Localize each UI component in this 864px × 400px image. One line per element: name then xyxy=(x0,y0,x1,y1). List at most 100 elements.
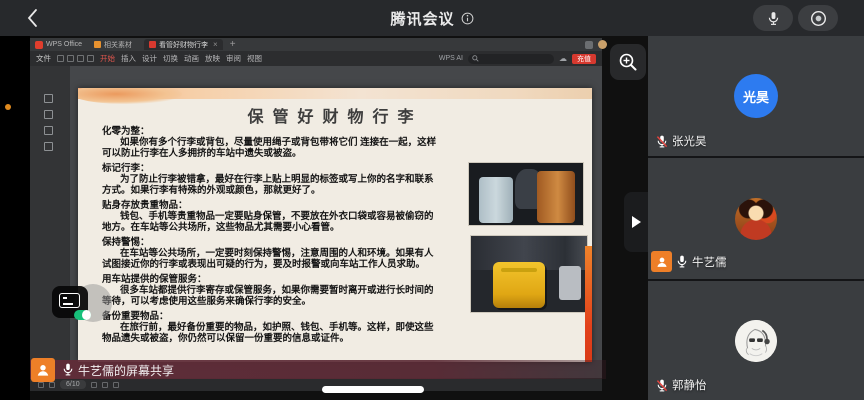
section-heading: 化零为整： xyxy=(102,126,440,137)
note-icon[interactable] xyxy=(91,382,97,388)
wps-user-avatar[interactable] xyxy=(598,40,607,49)
mic-on-icon xyxy=(676,255,688,268)
caption-icon xyxy=(59,293,80,308)
meeting-screen: 腾讯会议 WPS Office 相关素材 看管好财物行李 × + xyxy=(0,0,864,400)
menu-tab-insert[interactable]: 插入 xyxy=(121,53,136,64)
wps-doc-tab-materials[interactable]: 相关素材 xyxy=(89,39,137,50)
photo-suitcase-blue xyxy=(479,177,513,223)
participant-tile-zhangguanghao[interactable]: 光昊 张光昊 xyxy=(648,36,864,158)
redo-icon[interactable] xyxy=(87,55,94,62)
wps-window-icon[interactable] xyxy=(585,41,593,49)
photo-suitcase-orange xyxy=(537,171,575,223)
tab-label: 看管好财物行李 xyxy=(159,40,208,50)
wps-brand: WPS Office xyxy=(35,41,82,49)
print-icon[interactable] xyxy=(67,55,74,62)
zoom-icon[interactable] xyxy=(113,382,119,388)
menu-tab-view[interactable]: 视图 xyxy=(247,53,262,64)
slide-canvas: 保管好财物行李 化零为整： 如果你有多个行李或背包，尽量使用绳子或背包带将它们 … xyxy=(78,88,592,362)
presenter-badge xyxy=(31,358,55,382)
slide-section: 备份重要物品： 在旅行前，最好备份重要的物品，如护照、钱包、手机等。这样，即使这… xyxy=(102,311,440,344)
participant-name-row: 郭静怡 xyxy=(656,377,707,393)
slide-title: 保管好财物行李 xyxy=(78,103,592,127)
slides-panel-icon[interactable] xyxy=(44,110,53,119)
photo-yellow-suitcase xyxy=(493,262,545,308)
doc-icon xyxy=(149,41,156,48)
search-panel-icon[interactable] xyxy=(44,142,53,151)
top-controls xyxy=(753,5,838,31)
section-body: 很多车站都提供行李寄存或保管服务，如果你需要暂时离开或进行长时间的等待，可以考虑… xyxy=(102,285,440,307)
slide-right-decoration xyxy=(585,246,592,362)
record-icon xyxy=(810,10,827,27)
menu-right-cluster: WPS AI ☁ 充值 xyxy=(439,54,596,64)
menu-tab-animation[interactable]: 动画 xyxy=(184,53,199,64)
menu-tab-review[interactable]: 审阅 xyxy=(226,53,241,64)
menu-tab-slideshow[interactable]: 放映 xyxy=(205,53,220,64)
participant-name-row: 张光昊 xyxy=(656,133,707,149)
zoom-in-button[interactable] xyxy=(610,44,646,80)
comment-panel-icon[interactable] xyxy=(44,126,53,135)
section-heading: 用车站提供的保管服务： xyxy=(102,274,440,285)
section-heading: 标记行李： xyxy=(102,163,440,174)
mic-muted-icon xyxy=(656,135,668,148)
wps-ai-label[interactable]: WPS AI xyxy=(439,55,463,62)
home-indicator[interactable] xyxy=(322,386,424,393)
mic-muted-icon xyxy=(656,379,668,392)
caption-toggle[interactable] xyxy=(74,310,91,320)
share-banner: 牛艺儒的屏幕共享 xyxy=(30,360,606,379)
chevron-right-icon xyxy=(632,216,641,228)
slide-section: 贴身存放贵重物品： 钱包、手机等贵重物品一定要贴身保管，不要放在外衣口袋或容易被… xyxy=(102,200,440,233)
participant-tile-guojingyi[interactable]: 郭静怡 xyxy=(648,281,864,400)
avatar xyxy=(735,198,777,240)
slide-body-text: 化零为整： 如果你有多个行李或背包，尽量使用绳子或背包带将它们 连接在一起，这样… xyxy=(102,126,440,348)
section-body: 钱包、手机等贵重物品一定要贴身保管，不要放在外衣口袋或容易被偷窃的地方。在车站等… xyxy=(102,211,440,233)
wps-left-rail xyxy=(30,66,70,378)
search-icon xyxy=(472,55,479,62)
section-body: 在旅行前，最好备份重要的物品，如护照、钱包、手机等。这样，即使这些物品遗失或被盗… xyxy=(102,322,440,344)
menu-tab-design[interactable]: 设计 xyxy=(142,53,157,64)
participant-tile-niuyiru[interactable]: 牛艺儒 xyxy=(648,158,864,281)
luggage-photo xyxy=(468,162,584,226)
share-banner-text: 牛艺儒的屏幕共享 xyxy=(78,362,174,379)
participant-name-row: 牛艺儒 xyxy=(651,251,727,272)
section-body: 为了防止行李被错拿，最好在行李上贴上明显的标签或写上你的名字和联系方式。如果行李… xyxy=(102,174,440,196)
slide-section: 用车站提供的保管服务： 很多车站都提供行李寄存或保管服务，如果你需要暂时离开或进… xyxy=(102,274,440,307)
wps-menu-bar: 文件 开始 插入 设计 切换 动画 放映 审阅 视图 WPS AI ☁ 充值 xyxy=(30,51,602,66)
view-sorter-icon[interactable] xyxy=(49,382,55,388)
tab-label: 相关素材 xyxy=(104,40,132,50)
recharge-button[interactable]: 充值 xyxy=(572,54,596,64)
participants-sidebar: 光昊 张光昊 牛艺儒 xyxy=(648,36,864,400)
person-icon xyxy=(655,255,669,269)
wps-document-area: 保管好财物行李 化零为整： 如果你有多个行李或背包，尽量使用绳子或背包带将它们 … xyxy=(30,66,602,378)
mic-button[interactable] xyxy=(753,5,793,31)
menu-tab-transition[interactable]: 切换 xyxy=(163,53,178,64)
title-wrap: 腾讯会议 xyxy=(0,0,864,36)
participant-name: 牛艺儒 xyxy=(692,254,727,270)
info-icon[interactable] xyxy=(461,12,474,25)
quick-access-icons xyxy=(57,55,94,62)
slide-section: 化零为整： 如果你有多个行李或背包，尽量使用绳子或背包带将它们 连接在一起，这样… xyxy=(102,126,440,159)
sidebar-collapse-button[interactable] xyxy=(624,192,648,252)
slide-corner-decoration xyxy=(78,88,182,104)
undo-icon[interactable] xyxy=(77,55,84,62)
outline-panel-icon[interactable] xyxy=(44,94,53,103)
view-normal-icon[interactable] xyxy=(38,382,44,388)
notification-dot xyxy=(5,104,11,110)
app-title: 腾讯会议 xyxy=(390,8,454,29)
section-heading: 备份重要物品： xyxy=(102,311,440,322)
page-indicator: 6/10 xyxy=(60,380,86,389)
avatar xyxy=(735,320,777,362)
menu-file[interactable]: 文件 xyxy=(36,53,51,64)
menu-tab-home[interactable]: 开始 xyxy=(100,53,115,64)
caption-widget[interactable] xyxy=(52,286,88,318)
wps-account-area xyxy=(585,40,607,49)
wps-doc-tab-active[interactable]: 看管好财物行李 × xyxy=(144,39,223,50)
tab-close-icon[interactable]: × xyxy=(213,40,218,49)
new-tab-button[interactable]: + xyxy=(230,39,236,50)
section-heading: 贴身存放贵重物品： xyxy=(102,200,440,211)
save-icon[interactable] xyxy=(57,55,64,62)
section-body: 如果你有多个行李或背包，尽量使用绳子或背包带将它们 连接在一起，这样可以防止行李… xyxy=(102,137,440,159)
wps-search-box[interactable] xyxy=(468,54,554,64)
record-button[interactable] xyxy=(798,5,838,31)
cloud-sync-icon[interactable]: ☁ xyxy=(559,54,567,63)
play-icon[interactable] xyxy=(102,382,108,388)
